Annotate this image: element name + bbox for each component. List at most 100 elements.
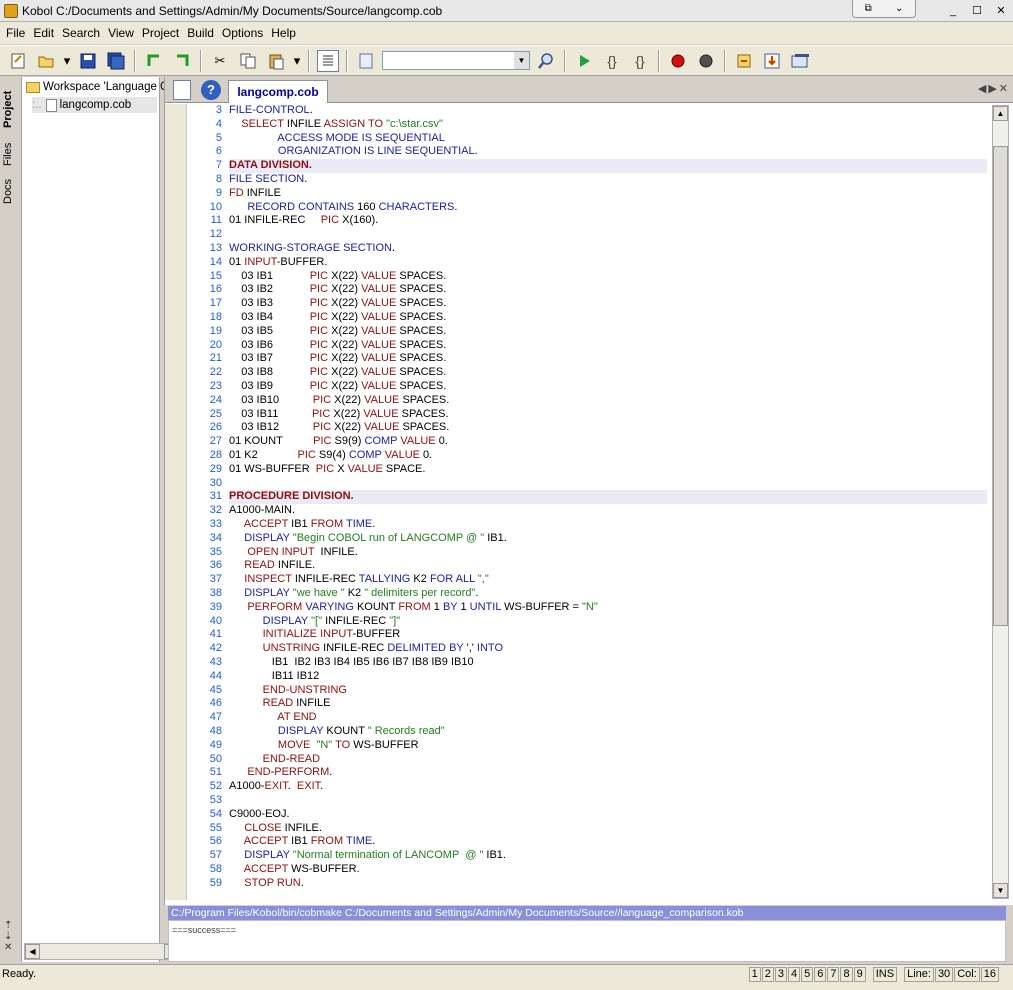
code-line[interactable]: 01 INPUT-BUFFER. <box>229 256 987 270</box>
code-line[interactable]: 03 IB2 PIC X(22) VALUE SPACES. <box>229 283 987 297</box>
find-file-icon[interactable] <box>355 50 377 72</box>
code-line[interactable]: SELECT INFILE ASSIGN TO "c:\star.csv" <box>229 118 987 132</box>
tree-item-workspace[interactable]: Workspace 'Language C <box>26 79 168 95</box>
scroll-up-button[interactable]: ▲ <box>993 106 1008 121</box>
code-line[interactable]: FILE-CONTROL. <box>229 104 987 118</box>
save-icon[interactable] <box>77 50 99 72</box>
menu-search[interactable]: Search <box>58 26 104 40</box>
code-line[interactable]: STOP RUN. <box>229 877 987 891</box>
arrow-down-icon[interactable]: ⇣ <box>4 931 18 942</box>
code-line[interactable]: A1000-MAIN. <box>229 504 987 518</box>
tab-project[interactable]: Project <box>2 83 20 135</box>
code-line[interactable]: 03 IB3 PIC X(22) VALUE SPACES. <box>229 297 987 311</box>
bookmark-8[interactable]: 8 <box>840 967 853 982</box>
bookmark-7[interactable]: 7 <box>827 967 840 982</box>
code-line[interactable]: 03 IB9 PIC X(22) VALUE SPACES. <box>229 380 987 394</box>
step-into-icon[interactable]: {} <box>601 50 623 72</box>
code-line[interactable]: DISPLAY "we have " K2 " delimiters per r… <box>229 587 987 601</box>
code-line[interactable]: 01 WS-BUFFER PIC X VALUE SPACE. <box>229 463 987 477</box>
code-line[interactable]: DISPLAY "Begin COBOL run of LANGCOMP @ "… <box>229 532 987 546</box>
chevron-down-icon[interactable]: ⌄ <box>895 3 903 14</box>
code-line[interactable]: DISPLAY KOUNT " Records read" <box>229 725 987 739</box>
open-folder-icon[interactable] <box>35 50 57 72</box>
maximize-button[interactable]: ☐ <box>965 0 989 22</box>
tab-docs[interactable]: Docs <box>2 175 20 207</box>
window-skin-controls[interactable]: ⧉ ⌄ <box>852 0 916 18</box>
import-icon[interactable] <box>761 50 783 72</box>
menu-build[interactable]: Build <box>183 26 218 40</box>
tab-langcomp[interactable]: langcomp.cob <box>228 80 328 103</box>
code-line[interactable]: READ INFILE <box>229 697 987 711</box>
bookmark-3[interactable]: 3 <box>774 967 787 982</box>
save-all-icon[interactable] <box>105 50 127 72</box>
code-line[interactable]: FD INFILE <box>229 187 987 201</box>
search-combo[interactable]: ▼ <box>382 51 530 70</box>
new-project-icon[interactable] <box>7 50 29 72</box>
menu-project[interactable]: Project <box>138 26 183 40</box>
code-line[interactable]: 03 IB11 PIC X(22) VALUE SPACES. <box>229 408 987 422</box>
bookmark-5[interactable]: 5 <box>801 967 814 982</box>
tab-files[interactable]: Files <box>2 139 20 169</box>
forward-icon[interactable] <box>171 50 193 72</box>
close-button[interactable]: ✕ <box>989 0 1013 22</box>
paste-dropdown-icon[interactable]: ▾ <box>293 50 301 72</box>
code-line[interactable]: 03 IB4 PIC X(22) VALUE SPACES. <box>229 311 987 325</box>
code-line[interactable]: DISPLAY "Normal termination of LANCOMP @… <box>229 849 987 863</box>
scroll-down-button[interactable]: ▼ <box>993 883 1008 898</box>
code-line[interactable]: INITIALIZE INPUT-BUFFER <box>229 628 987 642</box>
code-line[interactable]: IB1 IB2 IB3 IB4 IB5 IB6 IB7 IB8 IB9 IB10 <box>229 656 987 670</box>
output-panel-controls[interactable]: ⇡ ⇣ ✕ <box>4 920 18 960</box>
menu-edit[interactable]: Edit <box>29 26 58 40</box>
code-line[interactable]: 03 IB7 PIC X(22) VALUE SPACES. <box>229 352 987 366</box>
close-output-icon[interactable]: ✕ <box>4 942 18 953</box>
list-icon[interactable] <box>317 49 339 72</box>
code-line[interactable]: 01 KOUNT PIC S9(9) COMP VALUE 0. <box>229 435 987 449</box>
breakpoint-icon[interactable] <box>667 50 689 72</box>
code-line[interactable]: READ INFILE. <box>229 559 987 573</box>
code-line[interactable]: DISPLAY "[" INFILE-REC "]" <box>229 615 987 629</box>
menu-help[interactable]: Help <box>267 26 300 40</box>
close-tab-icon[interactable]: ✕ <box>999 83 1010 95</box>
open-dropdown-icon[interactable]: ▾ <box>63 50 71 72</box>
cut-icon[interactable]: ✂ <box>209 50 231 72</box>
code-view[interactable]: 3 FILE-CONTROL. 4 SELECT INFILE ASSIGN TO … <box>187 104 987 900</box>
menu-options[interactable]: Options <box>218 26 267 40</box>
code-line[interactable]: OPEN INPUT INFILE. <box>229 546 987 560</box>
code-line[interactable]: ACCESS MODE IS SEQUENTIAL <box>229 132 987 146</box>
step-over-icon[interactable]: {} <box>629 50 651 72</box>
tab-navigation[interactable]: ◀▶✕ <box>978 82 1010 95</box>
export-icon[interactable] <box>733 50 755 72</box>
code-line[interactable]: ACCEPT IB1 FROM TIME. <box>229 518 987 532</box>
code-line[interactable]: CLOSE INFILE. <box>229 822 987 836</box>
restore-icon[interactable]: ⧉ <box>865 3 872 14</box>
code-line[interactable]: INSPECT INFILE-REC TALLYING K2 FOR ALL "… <box>229 573 987 587</box>
bookmark-9[interactable]: 9 <box>853 967 866 982</box>
code-line[interactable] <box>229 228 987 242</box>
code-line[interactable]: ACCEPT WS-BUFFER. <box>229 863 987 877</box>
code-line[interactable] <box>229 477 987 491</box>
run-icon[interactable] <box>573 50 595 72</box>
menu-view[interactable]: View <box>104 26 138 40</box>
code-line[interactable]: END-PERFORM. <box>229 766 987 780</box>
prev-tab-icon[interactable]: ◀ <box>978 83 988 95</box>
code-line[interactable]: 03 IB1 PIC X(22) VALUE SPACES. <box>229 270 987 284</box>
code-line[interactable]: C9000-EOJ. <box>229 808 987 822</box>
code-line[interactable]: PERFORM VARYING KOUNT FROM 1 BY 1 UNTIL … <box>229 601 987 615</box>
chevron-down-icon[interactable]: ▼ <box>514 52 529 69</box>
tree-item-file[interactable]: :.. langcomp.cob <box>32 97 158 113</box>
paste-icon[interactable] <box>265 50 287 72</box>
bookmark-4[interactable]: 4 <box>787 967 801 982</box>
code-line[interactable]: WORKING-STORAGE SECTION. <box>229 242 987 256</box>
code-line[interactable]: 03 IB6 PIC X(22) VALUE SPACES. <box>229 339 987 353</box>
copy-icon[interactable] <box>237 50 259 72</box>
code-line[interactable]: A1000-EXIT. EXIT. <box>229 780 987 794</box>
arrow-up-icon[interactable]: ⇡ <box>4 920 18 931</box>
window-icon[interactable] <box>789 50 811 72</box>
scroll-left-button[interactable]: ◀ <box>25 944 40 959</box>
search-icon[interactable] <box>535 50 557 72</box>
code-line[interactable]: END-UNSTRING <box>229 684 987 698</box>
bookmark-2[interactable]: 2 <box>761 967 774 982</box>
code-line[interactable]: 03 IB8 PIC X(22) VALUE SPACES. <box>229 366 987 380</box>
code-line[interactable]: 03 IB12 PIC X(22) VALUE SPACES. <box>229 421 987 435</box>
code-line[interactable]: 01 K2 PIC S9(4) COMP VALUE 0. <box>229 449 987 463</box>
